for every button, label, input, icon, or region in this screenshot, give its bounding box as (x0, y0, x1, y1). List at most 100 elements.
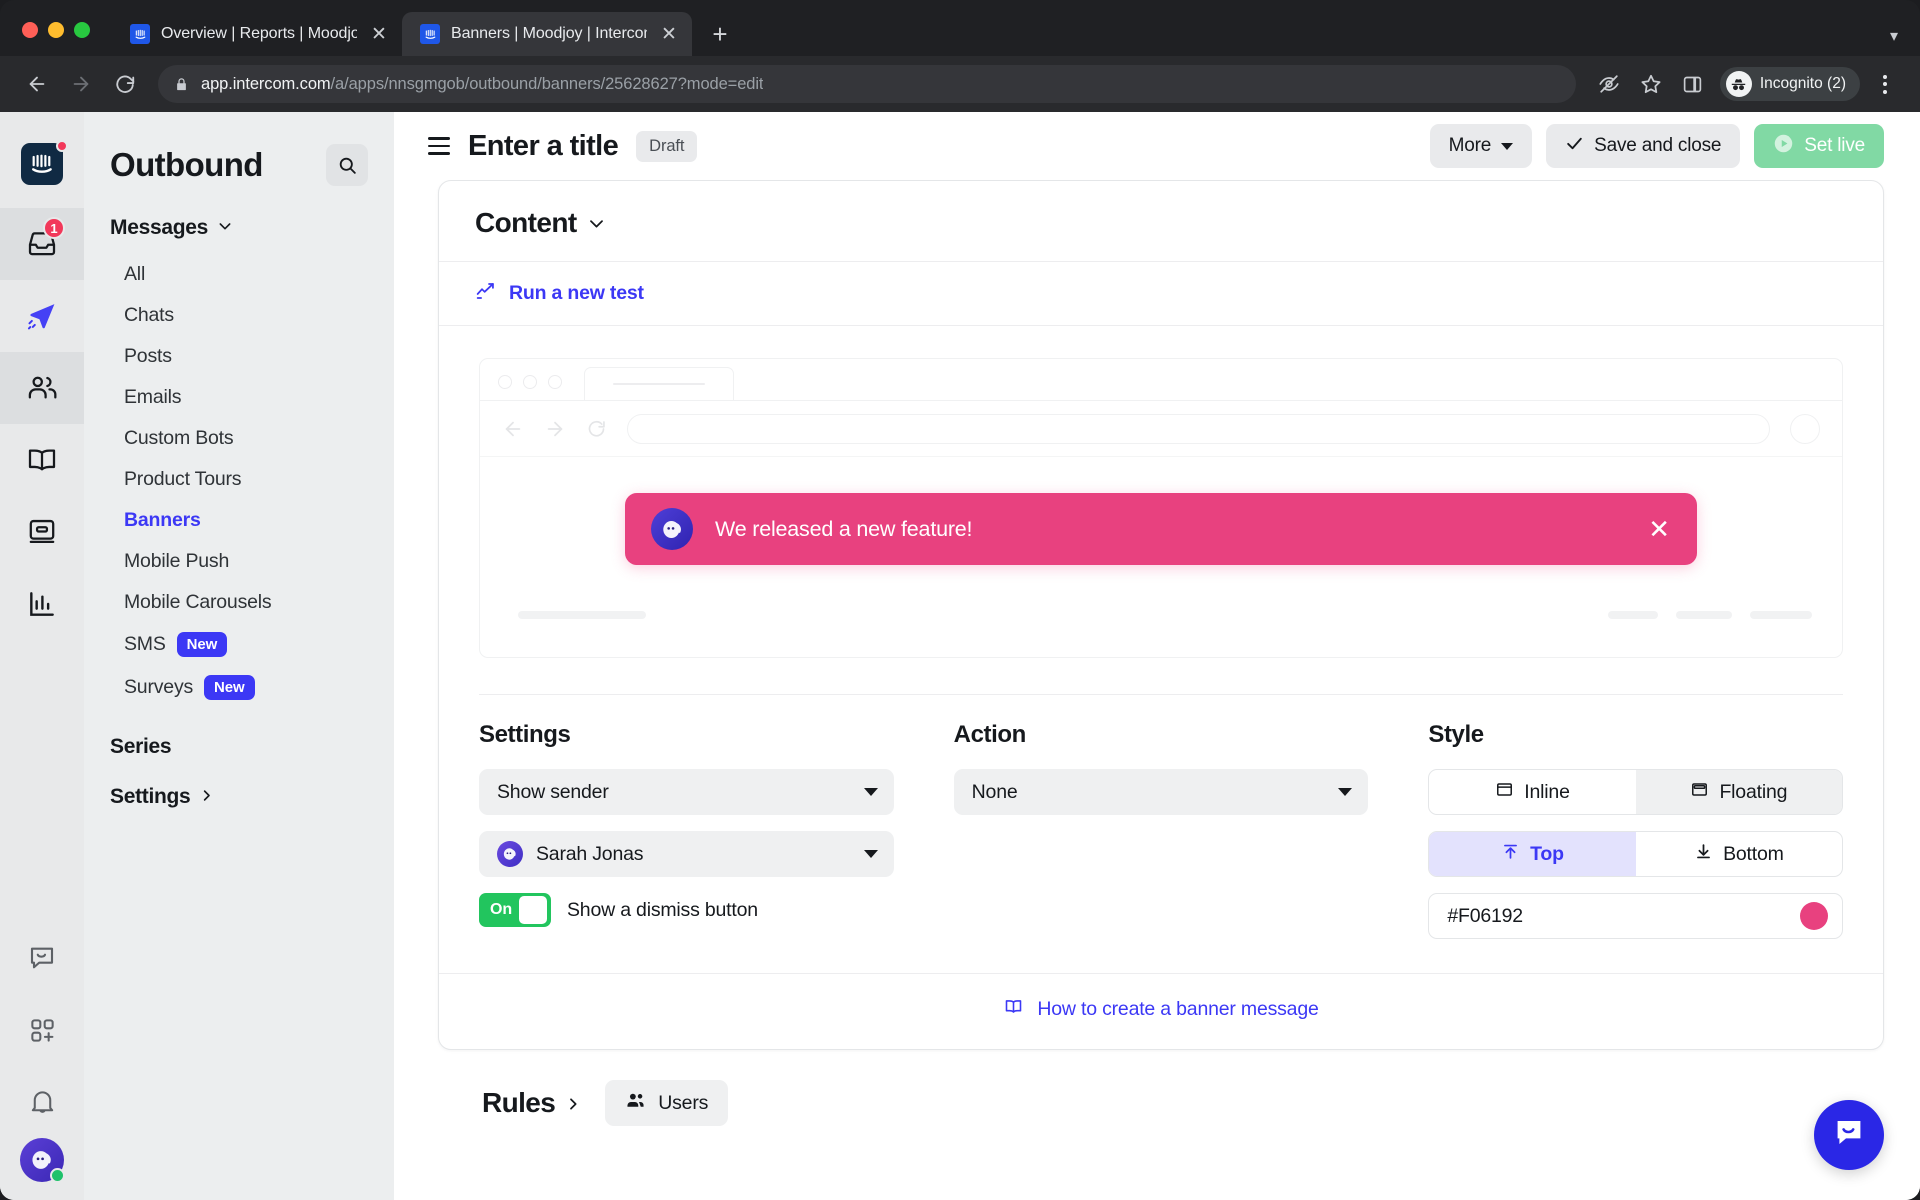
sidebar-item-chats[interactable]: Chats (84, 295, 394, 336)
more-button-label: More (1448, 135, 1492, 156)
intercom-avatar-icon (651, 508, 693, 550)
more-button[interactable]: More (1429, 124, 1533, 168)
intercom-favicon-icon (130, 24, 150, 44)
browser-tab-2-title: Banners | Moodjoy | Intercom (451, 25, 647, 42)
chevron-down-icon (863, 788, 878, 796)
sidebar-item-badge: New (176, 632, 228, 657)
hamburger-icon[interactable] (428, 137, 450, 155)
set-live-button[interactable]: Set live (1754, 124, 1884, 168)
intercom-logo[interactable] (0, 126, 84, 202)
sidebar-item-label: SMS (124, 633, 166, 655)
toolbar-icons: Incognito (2) (1590, 65, 1902, 103)
sidebar-section-series[interactable]: Series (84, 735, 394, 759)
book-icon (1003, 996, 1024, 1023)
rail-item-apps[interactable] (0, 994, 84, 1066)
messenger-launcher-button[interactable] (1814, 1100, 1884, 1170)
dismiss-button-toggle[interactable]: On (479, 893, 551, 927)
mockup-line-group (1608, 611, 1812, 619)
layout-option-inline[interactable]: Inline (1429, 770, 1635, 814)
sidebar-item-label: Mobile Carousels (124, 591, 272, 613)
help-link-row[interactable]: How to create a banner message (439, 973, 1883, 1049)
rail-item-contacts[interactable] (0, 352, 84, 424)
page-title[interactable]: Enter a title (468, 130, 619, 163)
position-option-top[interactable]: Top (1429, 832, 1636, 876)
run-a-new-test-row[interactable]: Run a new test (439, 261, 1883, 326)
sidebar-item-banners[interactable]: Banners (84, 500, 394, 541)
mockup-line (1608, 611, 1658, 619)
sidebar-item-sms[interactable]: SMS New (84, 623, 394, 666)
new-tab-button[interactable]: + (702, 16, 738, 52)
browser-tab-1-close-icon[interactable]: ✕ (368, 23, 390, 45)
sidebar-section-settings[interactable]: Settings (84, 785, 394, 809)
browser-tab-1[interactable]: Overview | Reports | Moodjoy | ✕ (112, 12, 402, 56)
incognito-profile-chip[interactable]: Incognito (2) (1719, 67, 1860, 101)
sidebar-item-all[interactable]: All (84, 254, 394, 295)
banner-color-input[interactable]: #F06192 (1428, 893, 1844, 939)
sidebar-item-label: Chats (124, 304, 174, 326)
rail-item-reports[interactable] (0, 568, 84, 640)
sidebar-group-messages[interactable]: Messages (84, 216, 394, 240)
rail-item-messenger[interactable] (0, 922, 84, 994)
rail-item-notifications[interactable] (0, 1066, 84, 1138)
address-bar[interactable]: app.intercom.com/a/apps/nnsgmgob/outboun… (158, 65, 1576, 103)
browser-menu-icon[interactable] (1868, 67, 1902, 101)
sidebar-title: Outbound (110, 146, 263, 183)
chevron-down-icon[interactable] (587, 214, 606, 233)
position-option-bottom[interactable]: Bottom (1636, 832, 1842, 876)
sidebar-item-surveys[interactable]: Surveys New (84, 666, 394, 709)
window-traffic-lights (22, 22, 90, 56)
sender-mode-value: Show sender (497, 780, 609, 803)
user-avatar[interactable] (20, 1138, 65, 1183)
header-actions: More Save and close Set live (1429, 124, 1884, 168)
rail-item-outbound[interactable] (0, 280, 84, 352)
rules-heading[interactable]: Rules (482, 1087, 581, 1119)
sidebar-item-posts[interactable]: Posts (84, 336, 394, 377)
browser-tab-2-close-icon[interactable]: ✕ (658, 23, 680, 45)
sidebar-item-product-tours[interactable]: Product Tours (84, 459, 394, 500)
check-icon (1565, 134, 1584, 159)
close-icon[interactable]: ✕ (1648, 516, 1670, 542)
action-column: Action None (953, 721, 1429, 939)
rail-item-articles[interactable] (0, 424, 84, 496)
rail-item-news[interactable] (0, 496, 84, 568)
dismiss-toggle-label: Show a dismiss button (567, 898, 758, 921)
sidebar-item-label: Product Tours (124, 468, 242, 490)
style-heading: Style (1428, 721, 1484, 748)
sidebar-item-mobile-carousels[interactable]: Mobile Carousels (84, 582, 394, 623)
action-select[interactable]: None (953, 769, 1369, 815)
layout-option-floating[interactable]: Floating (1635, 770, 1843, 814)
lock-icon (174, 77, 189, 92)
mockup-tab (584, 367, 734, 400)
audience-users-chip[interactable]: Users (605, 1080, 729, 1126)
forward-button[interactable] (62, 65, 100, 103)
reload-button[interactable] (106, 65, 144, 103)
tracking-protection-icon[interactable] (1590, 65, 1628, 103)
sender-select[interactable]: Sarah Jonas (479, 831, 894, 877)
arrow-up-to-line-icon (1501, 842, 1520, 867)
tabstrip-chevron-icon[interactable]: ▾ (1890, 26, 1920, 56)
browser-tab-2[interactable]: Banners | Moodjoy | Intercom ✕ (402, 12, 692, 56)
sidebar-item-label: Mobile Push (124, 550, 230, 572)
save-and-close-button[interactable]: Save and close (1546, 124, 1741, 168)
sidebar-item-custom-bots[interactable]: Custom Bots (84, 418, 394, 459)
floating-layout-icon (1690, 780, 1709, 805)
maximize-window-button[interactable] (74, 22, 90, 38)
sidebar-item-mobile-push[interactable]: Mobile Push (84, 541, 394, 582)
rail-item-inbox[interactable]: 1 (0, 208, 84, 280)
url-host: app.intercom.com (201, 74, 331, 93)
sidebar-item-label: Emails (124, 386, 182, 408)
close-window-button[interactable] (22, 22, 38, 38)
minimize-window-button[interactable] (48, 22, 64, 38)
color-swatch[interactable] (1800, 902, 1829, 930)
bookmark-star-icon[interactable] (1632, 65, 1670, 103)
side-panel-icon[interactable] (1674, 65, 1712, 103)
content-card-header[interactable]: Content (439, 181, 1883, 261)
sender-mode-select[interactable]: Show sender (479, 769, 894, 815)
search-icon[interactable] (326, 144, 368, 186)
inline-layout-icon (1495, 780, 1514, 805)
mockup-reload-icon (586, 418, 607, 439)
back-button[interactable] (18, 65, 56, 103)
sidebar-item-emails[interactable]: Emails (84, 377, 394, 418)
mockup-tabstrip (480, 359, 1842, 401)
arrow-down-to-line-icon (1694, 842, 1713, 867)
